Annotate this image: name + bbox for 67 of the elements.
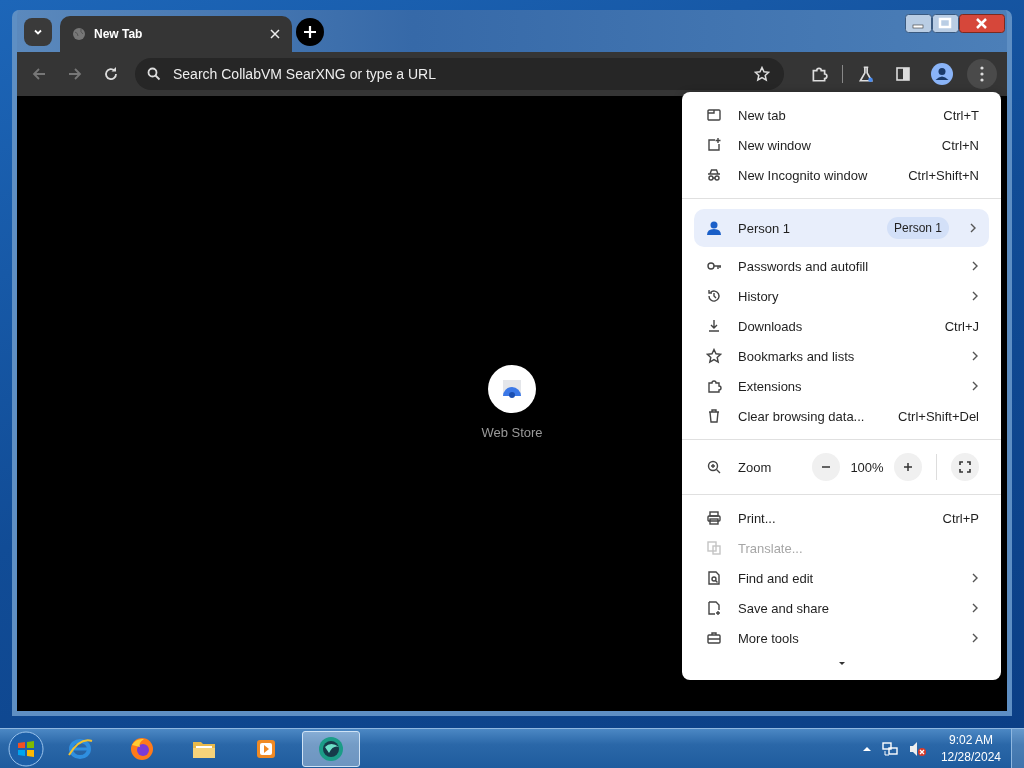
trash-icon (706, 408, 722, 424)
new-tab-button[interactable] (296, 18, 324, 46)
network-icon[interactable] (880, 740, 899, 757)
close-button[interactable] (959, 14, 1005, 33)
plus-icon (903, 462, 913, 472)
menu-item[interactable]: Find and edit (682, 563, 1001, 593)
menu-item[interactable]: New window Ctrl+N (682, 130, 1001, 160)
menu-item[interactable]: Print... Ctrl+P (682, 503, 1001, 533)
menu-item[interactable]: Extensions (682, 371, 1001, 401)
bookmark-star-icon[interactable] (754, 66, 770, 82)
profile-row[interactable]: Person 1 Person 1 (694, 209, 989, 247)
tray-expand-icon[interactable] (862, 745, 871, 752)
close-icon[interactable] (270, 29, 280, 39)
menu-item[interactable]: More tools (682, 623, 1001, 653)
taskbar-button[interactable] (302, 730, 360, 767)
menu-item[interactable]: History (682, 281, 1001, 311)
clock-time[interactable]: 9:02 AM (948, 731, 993, 749)
find-icon (706, 570, 722, 586)
search-icon (147, 67, 161, 81)
incognito-icon (706, 167, 722, 183)
printer-icon (706, 510, 722, 526)
translate-icon (706, 540, 722, 556)
menu-item[interactable]: Clear browsing data... Ctrl+Shift+Del (682, 401, 1001, 431)
zoom-level: 100% (849, 459, 885, 475)
download-icon (706, 318, 722, 334)
address-bar[interactable]: Search CollabVM SearXNG or type a URL (135, 58, 784, 90)
save-icon (706, 600, 722, 616)
avatar-icon[interactable] (931, 63, 953, 85)
browser-tab[interactable]: New Tab (60, 16, 292, 52)
globe-icon (72, 27, 86, 41)
scroll-down-icon[interactable] (837, 661, 846, 666)
fullscreen-icon (959, 461, 971, 473)
person-icon (706, 220, 722, 236)
maximize-button[interactable] (932, 14, 959, 33)
flask-icon[interactable] (857, 65, 875, 83)
app-orb-icon (317, 734, 345, 763)
menu-icon (980, 66, 984, 82)
volume-muted-icon[interactable] (908, 740, 927, 757)
zoom-in-button[interactable] (894, 453, 922, 481)
menu-item[interactable]: Bookmarks and lists (682, 341, 1001, 371)
menu-item[interactable]: New tab Ctrl+T (682, 100, 1001, 130)
shortcut-label[interactable]: Web Store (481, 425, 543, 440)
fullscreen-button[interactable] (951, 453, 979, 481)
star-icon (706, 348, 722, 364)
menu-button[interactable] (967, 59, 997, 89)
reload-icon[interactable] (103, 66, 119, 82)
menu-item[interactable]: Save and share (682, 593, 1001, 623)
puzzle-icon (706, 378, 722, 394)
back-icon[interactable] (31, 66, 47, 82)
history-icon (706, 288, 722, 304)
menu-item[interactable]: Passwords and autofill (682, 251, 1001, 281)
zoom-label: Zoom (738, 459, 773, 475)
store-icon[interactable] (488, 365, 536, 413)
forward-icon[interactable] (67, 66, 83, 82)
minimize-button[interactable] (905, 14, 932, 33)
puzzle-icon[interactable] (810, 65, 828, 83)
menu-item[interactable]: New Incognito window Ctrl+Shift+N (682, 160, 1001, 190)
start-button[interactable] (8, 730, 44, 767)
profile-badge: Person 1 (886, 217, 949, 239)
tab-search-button[interactable] (24, 18, 52, 46)
zoom-icon (706, 459, 722, 475)
toolbox-icon (706, 630, 722, 646)
side-panel-icon[interactable] (895, 66, 911, 82)
menu-item[interactable]: Downloads Ctrl+J (682, 311, 1001, 341)
clock-date[interactable]: 12/28/2024 (940, 748, 1001, 766)
new-window-icon (706, 137, 722, 153)
new-tab-icon (706, 107, 722, 123)
